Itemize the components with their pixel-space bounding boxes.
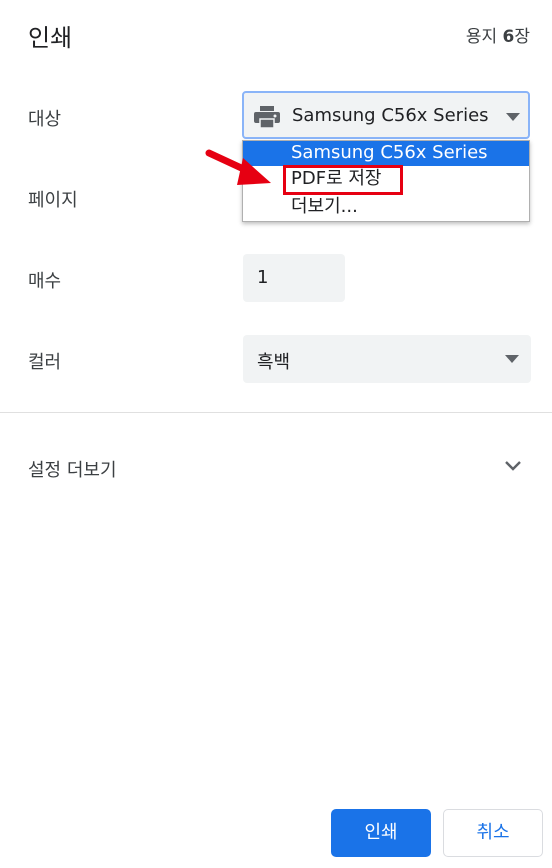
destination-value: Samsung C56x Series	[292, 105, 489, 126]
dropdown-arrow-icon	[506, 113, 520, 121]
cancel-button[interactable]: 취소	[443, 809, 543, 857]
destination-label: 대상	[28, 109, 62, 130]
option-save-as-pdf[interactable]: PDF로 저장	[243, 165, 529, 195]
print-button[interactable]: 인쇄	[331, 809, 431, 857]
sheet-count-prefix: 용지	[465, 27, 503, 47]
pdf-highlight-box	[283, 165, 403, 195]
sheet-count-suffix: 장	[514, 27, 530, 47]
sheet-count: 용지 6장	[466, 22, 530, 47]
option-see-more[interactable]: 더보기...	[243, 195, 529, 220]
copies-value: 1	[257, 267, 269, 288]
color-value: 흑백	[257, 352, 291, 373]
dropdown-arrow-icon	[505, 355, 519, 363]
sheet-count-number: 6	[502, 27, 515, 47]
copies-input[interactable]: 1	[243, 254, 345, 302]
more-settings-toggle[interactable]: 설정 더보기	[28, 456, 117, 482]
red-arrow-icon	[205, 149, 271, 185]
destination-dropdown: Samsung C56x Series PDF로 저장 더보기...	[242, 140, 530, 222]
option-samsung[interactable]: Samsung C56x Series	[243, 141, 529, 166]
printer-icon	[254, 106, 280, 132]
copies-label: 매수	[28, 271, 62, 292]
section-divider	[0, 412, 552, 413]
destination-select[interactable]: Samsung C56x Series	[242, 91, 530, 139]
color-label: 컬러	[28, 352, 62, 373]
pages-label: 페이지	[28, 190, 78, 211]
color-select[interactable]: 흑백	[243, 335, 531, 383]
chevron-down-icon[interactable]	[504, 459, 522, 473]
dialog-title: 인쇄	[28, 24, 73, 52]
